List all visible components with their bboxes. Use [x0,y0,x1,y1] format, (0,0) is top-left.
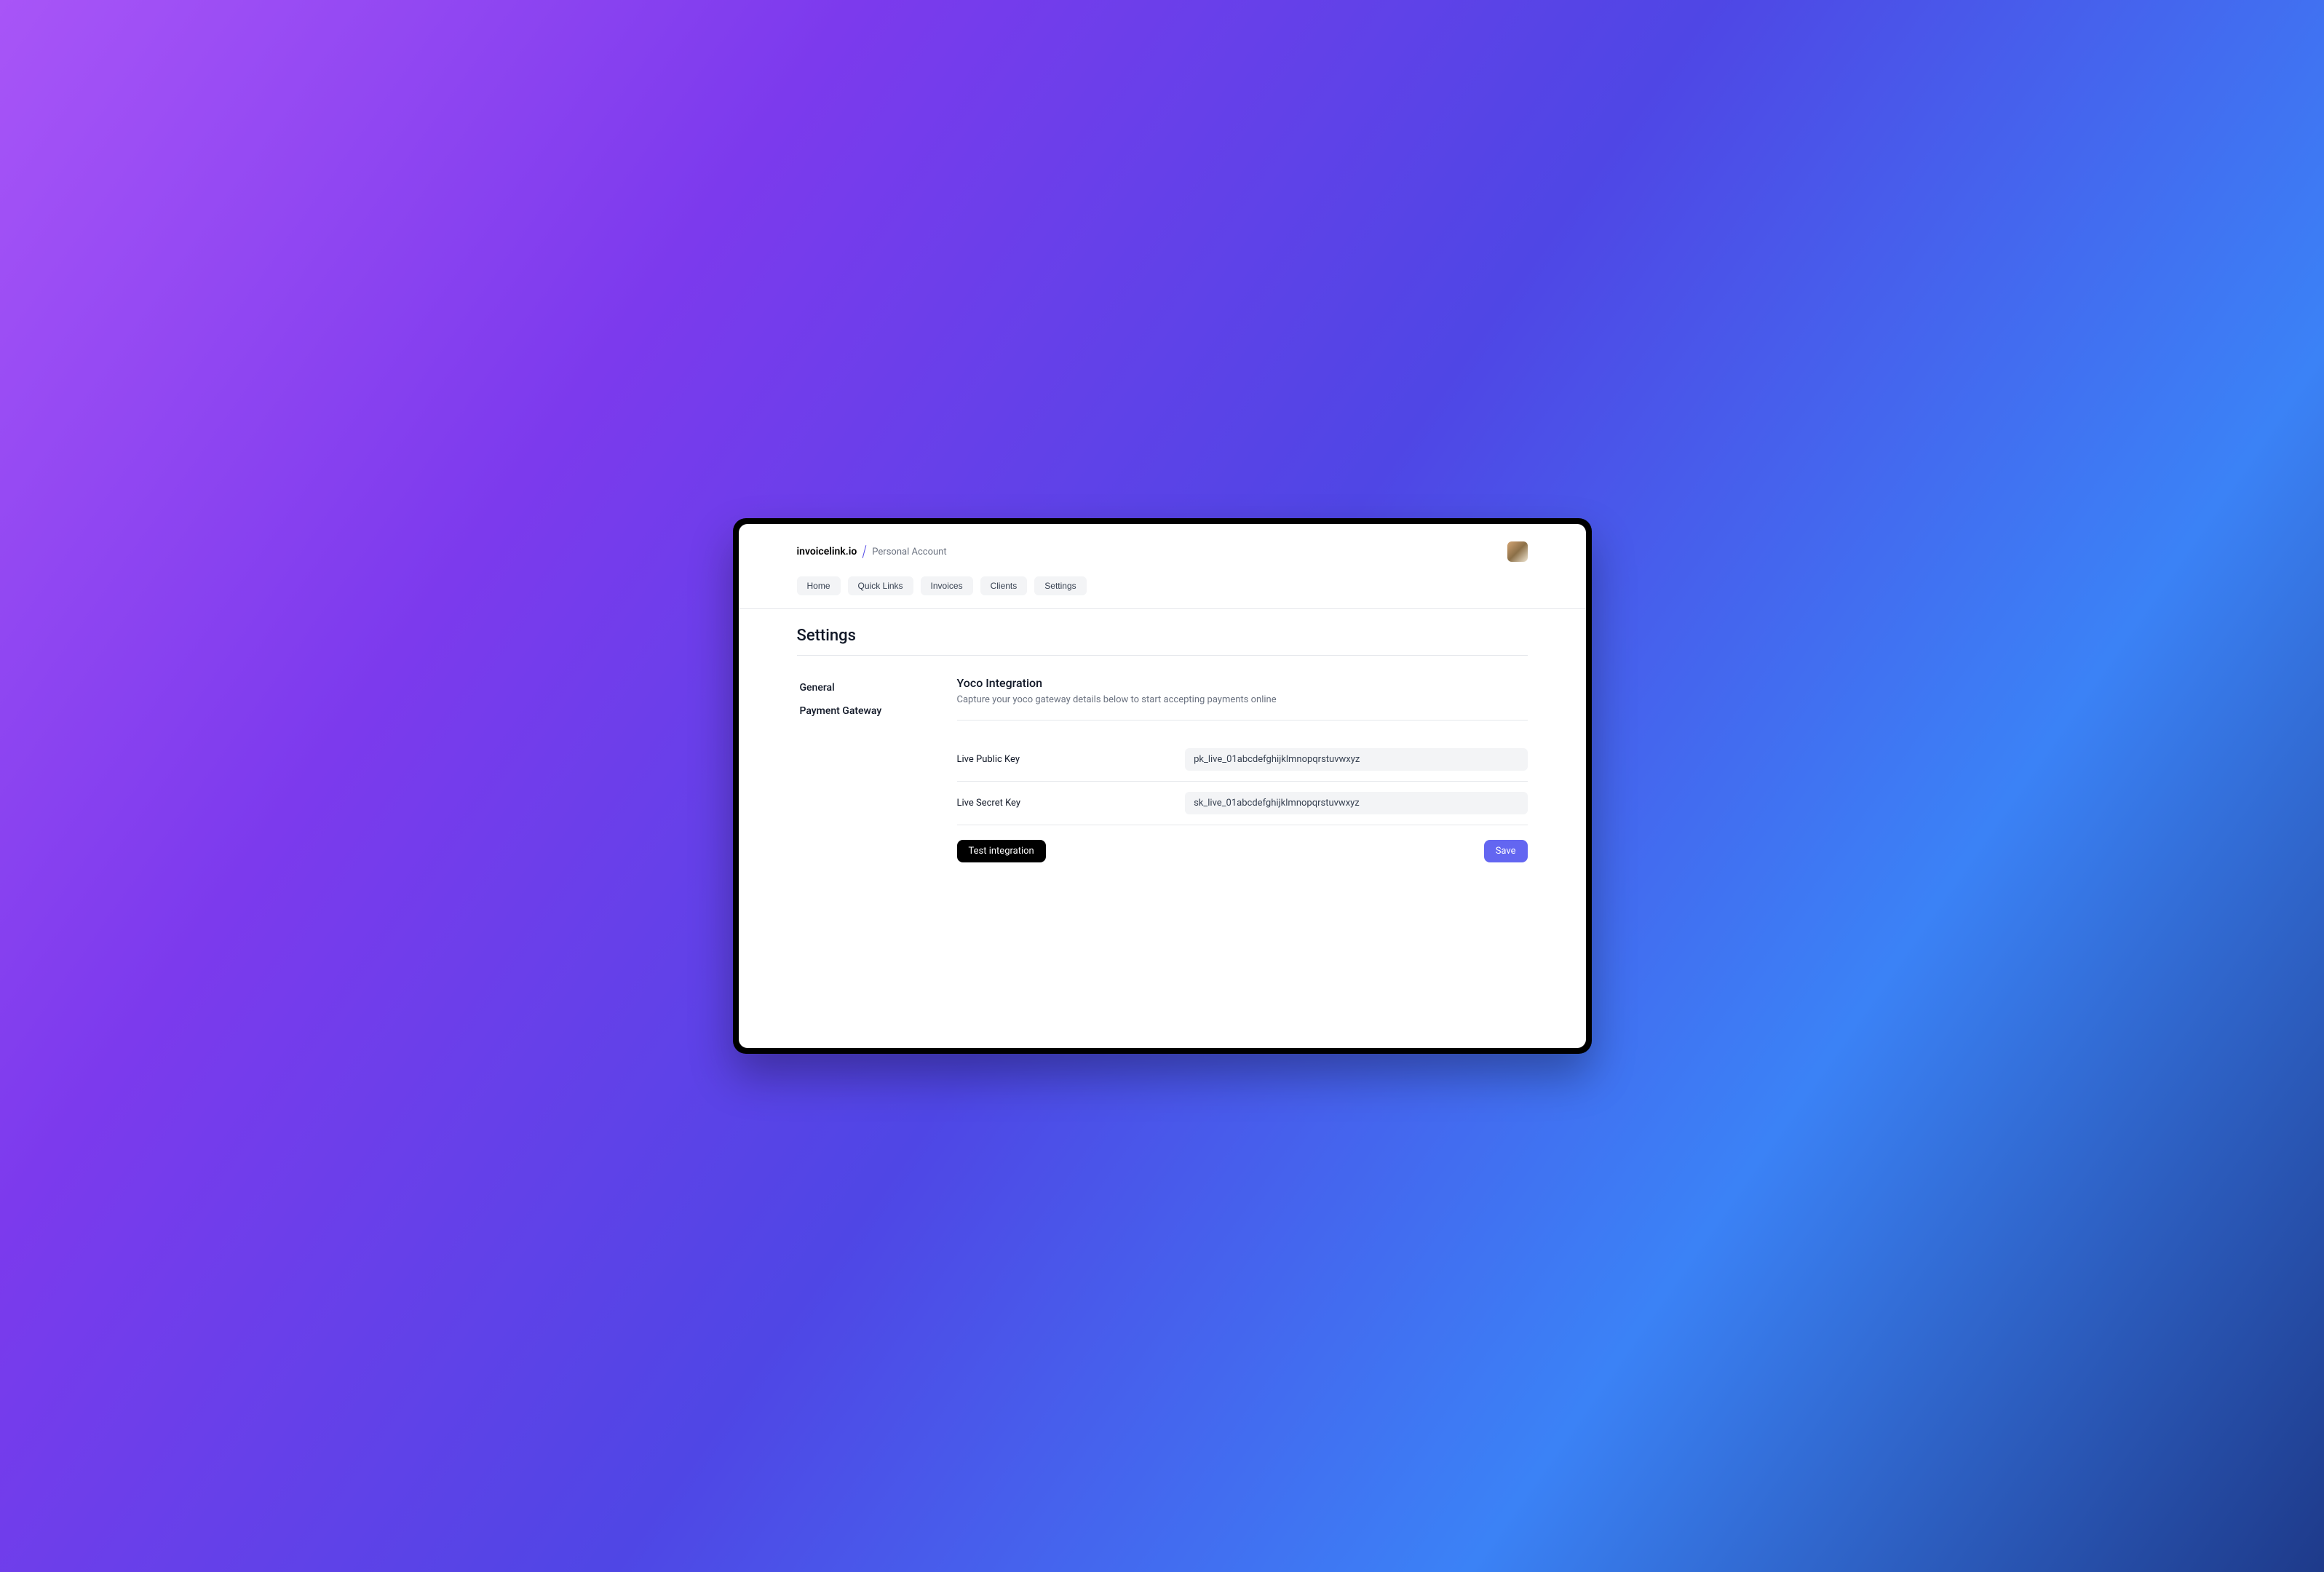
save-button[interactable]: Save [1484,840,1528,862]
secret-key-label: Live Secret Key [957,798,1186,809]
public-key-label: Live Public Key [957,754,1186,765]
main-panel: Yoco Integration Capture your yoco gatew… [957,676,1528,862]
sidebar-item-payment-gateway[interactable]: Payment Gateway [797,699,943,723]
nav-tabs: Home Quick Links Invoices Clients Settin… [797,576,1528,595]
breadcrumb-separator-icon [862,545,867,558]
nav-tab-home[interactable]: Home [797,576,841,595]
nav-tab-clients[interactable]: Clients [980,576,1028,595]
form-row-secret-key: Live Secret Key [957,782,1528,825]
header: invoicelink.io Personal Account Home Qui… [739,524,1586,608]
breadcrumb-row: invoicelink.io Personal Account [797,541,1528,562]
nav-tab-invoices[interactable]: Invoices [921,576,973,595]
app-window: invoicelink.io Personal Account Home Qui… [739,524,1586,1048]
sidebar-item-general[interactable]: General [797,676,943,699]
public-key-input[interactable] [1185,748,1527,771]
form-row-public-key: Live Public Key [957,738,1528,782]
secret-key-input[interactable] [1185,792,1527,814]
account-name[interactable]: Personal Account [872,547,946,557]
avatar[interactable] [1507,541,1528,562]
brand-name[interactable]: invoicelink.io [797,546,857,557]
settings-layout: General Payment Gateway Yoco Integration… [797,676,1528,862]
nav-tab-quick-links[interactable]: Quick Links [848,576,913,595]
nav-tab-settings[interactable]: Settings [1034,576,1086,595]
page-title: Settings [797,627,1528,656]
section-description: Capture your yoco gateway details below … [957,694,1528,720]
content: Settings General Payment Gateway Yoco In… [739,609,1586,1048]
breadcrumb: invoicelink.io Personal Account [797,545,947,558]
settings-sidebar: General Payment Gateway [797,676,943,862]
device-frame: invoicelink.io Personal Account Home Qui… [733,518,1592,1054]
test-integration-button[interactable]: Test integration [957,840,1046,862]
section-title: Yoco Integration [957,676,1528,690]
actions-row: Test integration Save [957,825,1528,862]
